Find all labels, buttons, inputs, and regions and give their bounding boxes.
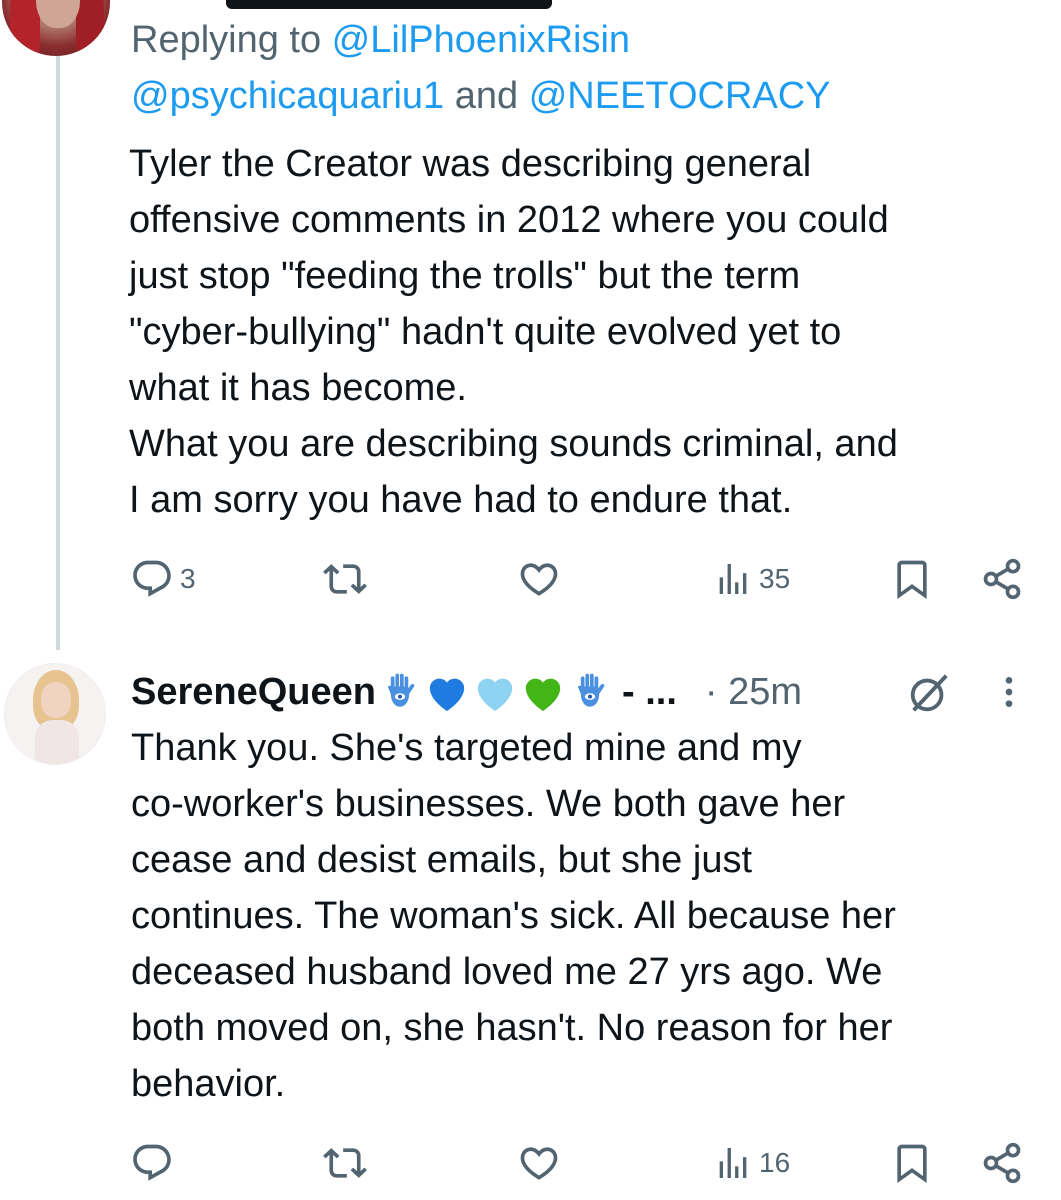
share-icon (983, 1142, 1021, 1184)
avatar[interactable] (2, 0, 110, 56)
bookmark-button[interactable] (890, 549, 934, 609)
views-count: 35 (759, 563, 791, 594)
mention-link[interactable]: @NEETOCRACY (529, 75, 831, 117)
hamsa-icon (577, 673, 605, 707)
share-icon (983, 558, 1021, 600)
like-button[interactable] (517, 549, 567, 609)
hamsa-icon (387, 673, 415, 707)
retweet-button[interactable] (323, 1133, 373, 1193)
replying-to-context: Replying to @LilPhoenixRisin @psychicaqu… (131, 12, 1031, 124)
name-emojis (378, 670, 614, 714)
avatar[interactable] (4, 663, 106, 765)
timestamp[interactable]: · 25m (705, 664, 802, 720)
replying-prefix: Replying to (131, 19, 332, 61)
tweet-text: Tyler the Creator was describing general… (129, 143, 898, 521)
heart-icon (520, 563, 558, 596)
reply-icon (133, 1144, 171, 1181)
reply-count: 3 (180, 563, 196, 594)
views-count: 16 (759, 1147, 791, 1178)
reply-button[interactable]: 3 (130, 549, 196, 609)
retweet-icon (323, 564, 367, 594)
thread-connector-line (56, 55, 60, 650)
retweet-button[interactable] (323, 549, 373, 609)
heart-icon (520, 1147, 558, 1180)
replying-joiner: and (444, 75, 529, 117)
drag-handle[interactable] (226, 0, 552, 9)
bookmark-button[interactable] (890, 1133, 934, 1193)
views-icon (719, 1148, 747, 1178)
tweet-text: Thank you. She's targeted mine and my co… (131, 727, 896, 1105)
display-name[interactable]: SereneQueen (131, 664, 376, 720)
bookmark-icon (897, 560, 927, 600)
like-button[interactable] (517, 1133, 567, 1193)
mention-link[interactable]: @LilPhoenixRisin (332, 19, 630, 61)
views-button[interactable]: 16 (713, 1133, 790, 1193)
retweet-icon (323, 1148, 367, 1178)
reply-icon (133, 560, 171, 597)
name-suffix: - ... (622, 671, 677, 713)
mention-link[interactable]: @psychicaquariu1 (131, 75, 444, 117)
bookmark-icon (897, 1144, 927, 1184)
tweet-thread-page: Replying to @LilPhoenixRisin @psychicaqu… (0, 0, 1061, 1200)
grok-icon[interactable] (906, 670, 952, 716)
tweet-header: SereneQueen - ... · 25m (131, 664, 1031, 720)
more-options-icon[interactable] (995, 672, 1023, 712)
light-blue-heart-icon (477, 678, 513, 712)
share-button[interactable] (980, 1133, 1024, 1193)
tweet-actions-bar: 16 (130, 1133, 1030, 1193)
green-heart-icon (525, 678, 561, 712)
tweet-actions-bar: 3 35 (130, 549, 1030, 609)
views-icon (719, 564, 747, 594)
blue-heart-icon (429, 678, 465, 712)
views-button[interactable]: 35 (713, 549, 790, 609)
reply-button[interactable] (130, 1133, 180, 1193)
share-button[interactable] (980, 549, 1024, 609)
